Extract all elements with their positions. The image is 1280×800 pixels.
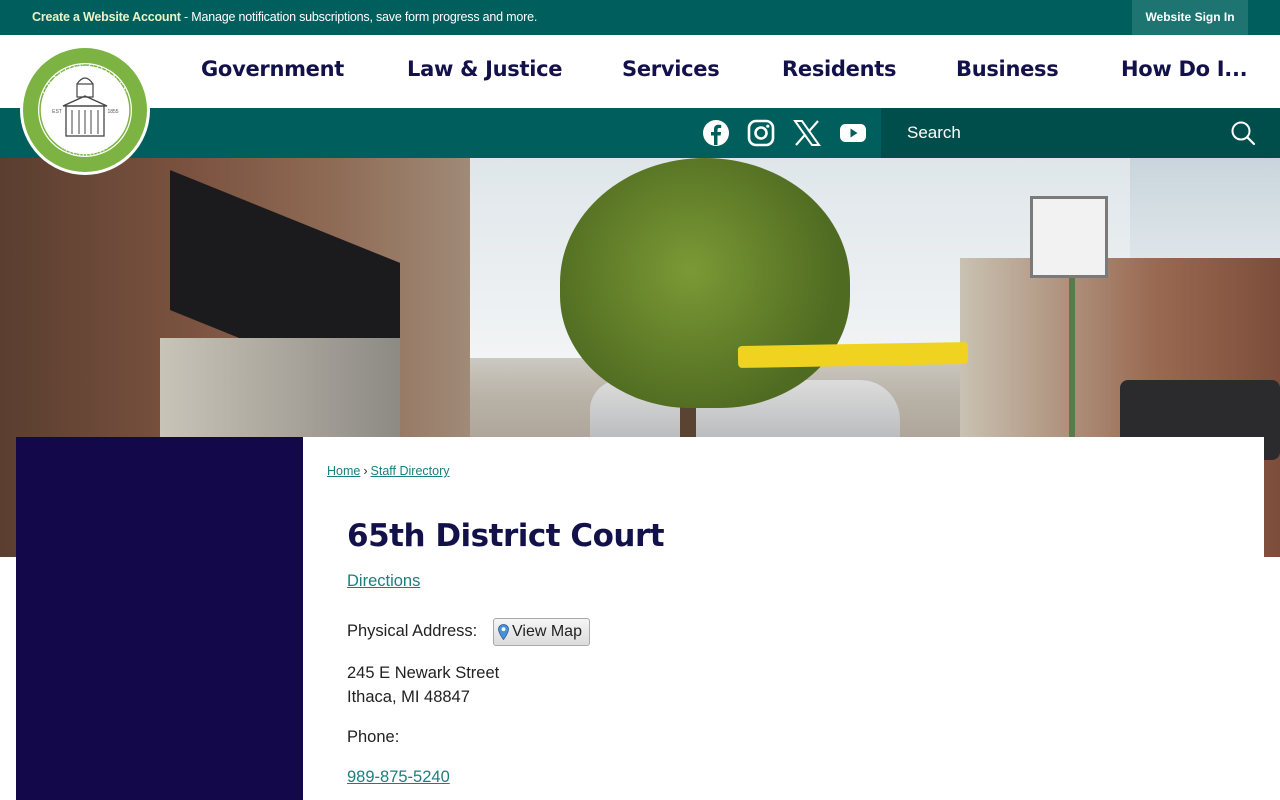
search-icon[interactable]: [1230, 120, 1256, 146]
logo-est-label: EST: [52, 109, 62, 115]
physical-address-label: Physical Address:: [347, 622, 478, 640]
sidebar-panel: [16, 437, 303, 800]
notification-message: Create a Website Account - Manage notifi…: [32, 10, 537, 24]
social-search-bar: [0, 108, 1280, 158]
county-seal-logo[interactable]: GRATIOT COUNTY MICHIGAN EST 1855: [19, 44, 151, 176]
youtube-icon[interactable]: [838, 118, 868, 148]
nav-item-residents[interactable]: Residents: [782, 57, 896, 81]
phone-number-link[interactable]: 989-875-5240: [347, 768, 450, 787]
view-map-label: View Map: [512, 623, 582, 640]
view-map-button[interactable]: View Map: [493, 618, 590, 646]
instagram-icon[interactable]: [746, 118, 776, 148]
address-line-2: Ithaca, MI 48847: [347, 688, 470, 706]
search-box: [881, 108, 1280, 158]
notification-bar: Create a Website Account - Manage notifi…: [0, 0, 1280, 35]
hero-tree: [560, 158, 850, 408]
notification-text: - Manage notification subscriptions, sav…: [180, 10, 538, 24]
hero-street-sign: [1030, 196, 1108, 278]
breadcrumb: Home › Staff Directory: [327, 464, 449, 478]
main-content: Home › Staff Directory 65th District Court…: [303, 437, 1264, 800]
nav-item-business[interactable]: Business: [956, 57, 1059, 81]
page-title: 65th District Court: [347, 518, 665, 554]
map-pin-icon: [498, 624, 509, 640]
main-header: Government Law & Justice Services Reside…: [0, 35, 1280, 108]
directions-link[interactable]: Directions: [347, 572, 420, 591]
nav-item-law-justice[interactable]: Law & Justice: [407, 57, 562, 81]
address-line-1: 245 E Newark Street: [347, 664, 500, 682]
nav-item-services[interactable]: Services: [622, 57, 720, 81]
create-account-link[interactable]: Create a Website Account: [32, 10, 181, 24]
facebook-icon[interactable]: [701, 118, 731, 148]
website-sign-in-button[interactable]: Website Sign In: [1132, 0, 1248, 35]
x-twitter-icon[interactable]: [792, 118, 822, 148]
nav-item-how-do-i[interactable]: How Do I...: [1121, 57, 1248, 81]
search-input[interactable]: [881, 108, 1221, 158]
breadcrumb-staff-directory-link[interactable]: Staff Directory: [371, 464, 450, 478]
hero-street-banner: [737, 341, 969, 369]
nav-item-government[interactable]: Government: [201, 57, 344, 81]
logo-est-year: 1855: [107, 109, 118, 115]
breadcrumb-separator: ›: [363, 464, 368, 478]
breadcrumb-home-link[interactable]: Home: [327, 464, 360, 478]
phone-label: Phone:: [347, 728, 400, 746]
